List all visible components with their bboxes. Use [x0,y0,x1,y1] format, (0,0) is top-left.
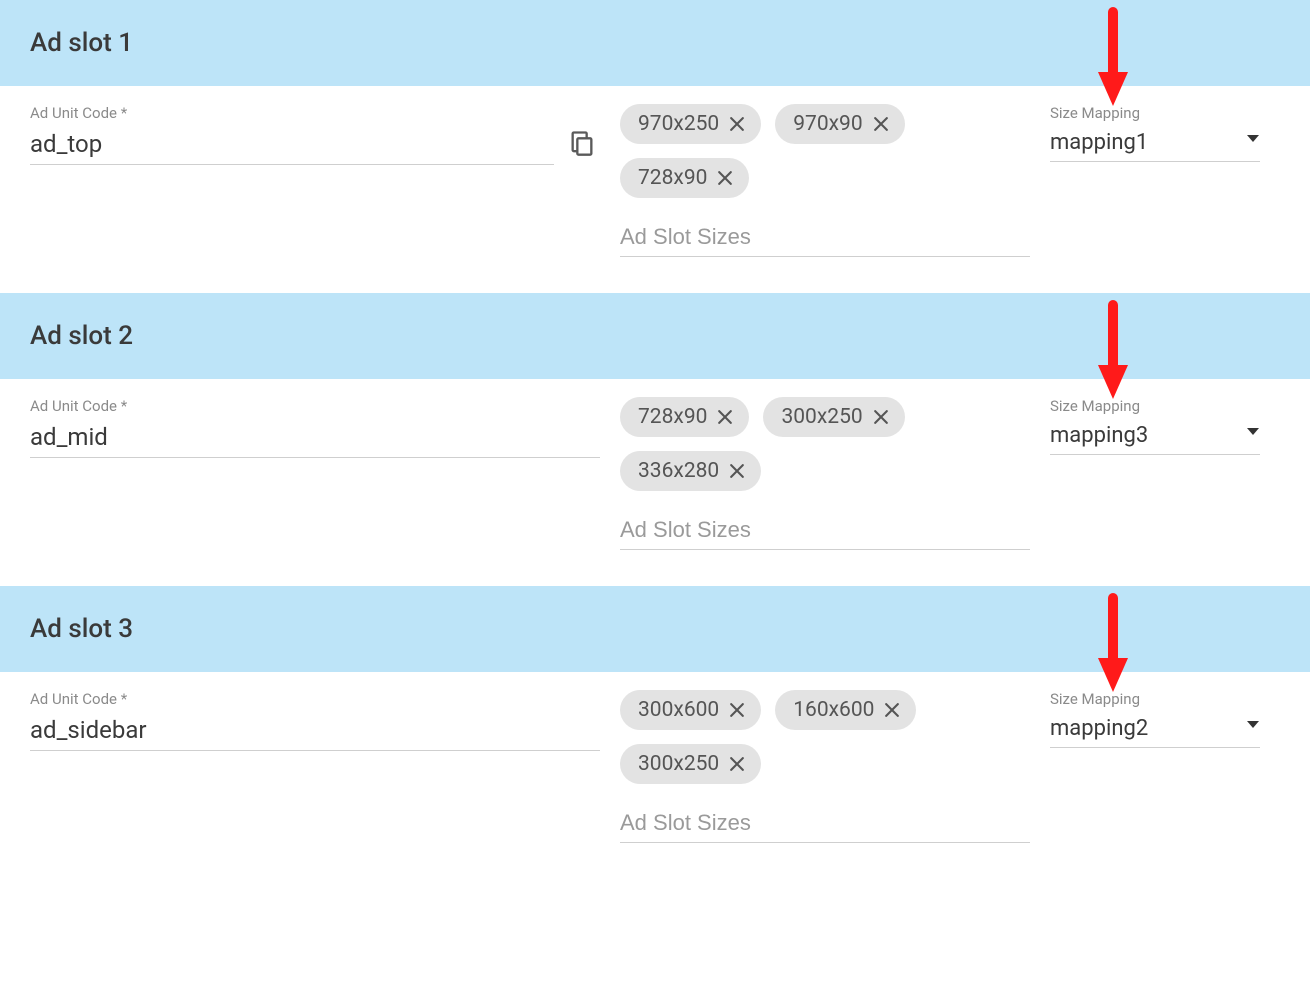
size-chip: 970x90 [775,104,904,144]
size-chip-label: 160x600 [793,698,874,722]
ad-slot-sizes-input[interactable] [620,218,1030,257]
slot-body: Ad Unit Code * 300x600 160x600 300x250 Si… [0,672,1310,849]
close-icon[interactable] [725,114,749,134]
size-chip-label: 300x600 [638,698,719,722]
size-mapping-column: Size Mapping mapping3 [1050,397,1260,455]
size-chip-label: 970x250 [638,112,719,136]
size-chip: 336x280 [620,451,761,491]
size-chip-label: 300x250 [638,752,719,776]
close-icon[interactable] [713,407,737,427]
ad-slot-3: Ad slot 3Ad Unit Code *300x600 160x600 3… [0,586,1310,849]
ad-unit-code-input[interactable] [30,712,600,751]
slot-body: Ad Unit Code * 728x90 300x250 336x280 Siz… [0,379,1310,556]
sizes-column: 728x90 300x250 336x280 [620,397,1030,550]
sizes-column: 970x250 970x90 728x90 [620,104,1030,257]
annotation-arrow-icon [1096,301,1130,401]
copy-icon[interactable] [564,125,600,161]
slot-body: Ad Unit Code * 970x250 970x90 728x90 Siz… [0,86,1310,263]
size-chip: 160x600 [775,690,916,730]
close-icon[interactable] [880,700,904,720]
ad-slot-sizes-input[interactable] [620,511,1030,550]
size-mapping-select[interactable]: mapping3 [1050,419,1260,455]
ad-unit-code-column: Ad Unit Code * [30,104,600,165]
ad-unit-code-label: Ad Unit Code * [30,104,554,122]
size-chip: 728x90 [620,397,749,437]
size-mapping-label: Size Mapping [1050,104,1260,122]
size-chip-label: 300x250 [781,405,862,429]
size-chip-label: 970x90 [793,112,862,136]
size-chip-list: 970x250 970x90 728x90 [620,104,1030,198]
size-mapping-field: Size Mapping mapping2 [1050,690,1260,748]
size-chip-list: 728x90 300x250 336x280 [620,397,1030,491]
close-icon[interactable] [869,114,893,134]
size-mapping-label: Size Mapping [1050,690,1260,708]
ad-unit-code-label: Ad Unit Code * [30,397,600,415]
ad-unit-code-input[interactable] [30,126,554,165]
size-chip: 300x600 [620,690,761,730]
size-chip-label: 728x90 [638,405,707,429]
close-icon[interactable] [725,461,749,481]
close-icon[interactable] [869,407,893,427]
ad-unit-code-field: Ad Unit Code * [30,397,600,458]
size-mapping-field: Size Mapping mapping1 [1050,104,1260,162]
size-chip: 728x90 [620,158,749,198]
ad-unit-code-label: Ad Unit Code * [30,690,600,708]
close-icon[interactable] [725,754,749,774]
size-mapping-label: Size Mapping [1050,397,1260,415]
size-chip-label: 336x280 [638,459,719,483]
size-chip-label: 728x90 [638,166,707,190]
ad-unit-code-column: Ad Unit Code * [30,690,600,751]
close-icon[interactable] [725,700,749,720]
ad-slot-sizes-input[interactable] [620,804,1030,843]
size-mapping-select[interactable]: mapping1 [1050,126,1260,162]
size-mapping-column: Size Mapping mapping2 [1050,690,1260,748]
size-chip: 300x250 [763,397,904,437]
sizes-column: 300x600 160x600 300x250 [620,690,1030,843]
ad-unit-code-column: Ad Unit Code * [30,397,600,458]
annotation-arrow-icon [1096,8,1130,108]
ad-unit-code-field: Ad Unit Code * [30,104,554,165]
close-icon[interactable] [713,168,737,188]
size-mapping-field: Size Mapping mapping3 [1050,397,1260,455]
annotation-arrow-icon [1096,594,1130,694]
size-chip-list: 300x600 160x600 300x250 [620,690,1030,784]
size-mapping-select[interactable]: mapping2 [1050,712,1260,748]
ad-unit-code-input[interactable] [30,419,600,458]
ad-slot-1: Ad slot 1Ad Unit Code * 970x250 970x90 7… [0,0,1310,263]
ad-slot-2: Ad slot 2Ad Unit Code *728x90 300x250 33… [0,293,1310,556]
size-chip: 970x250 [620,104,761,144]
size-mapping-column: Size Mapping mapping1 [1050,104,1260,162]
size-chip: 300x250 [620,744,761,784]
ad-unit-code-field: Ad Unit Code * [30,690,600,751]
